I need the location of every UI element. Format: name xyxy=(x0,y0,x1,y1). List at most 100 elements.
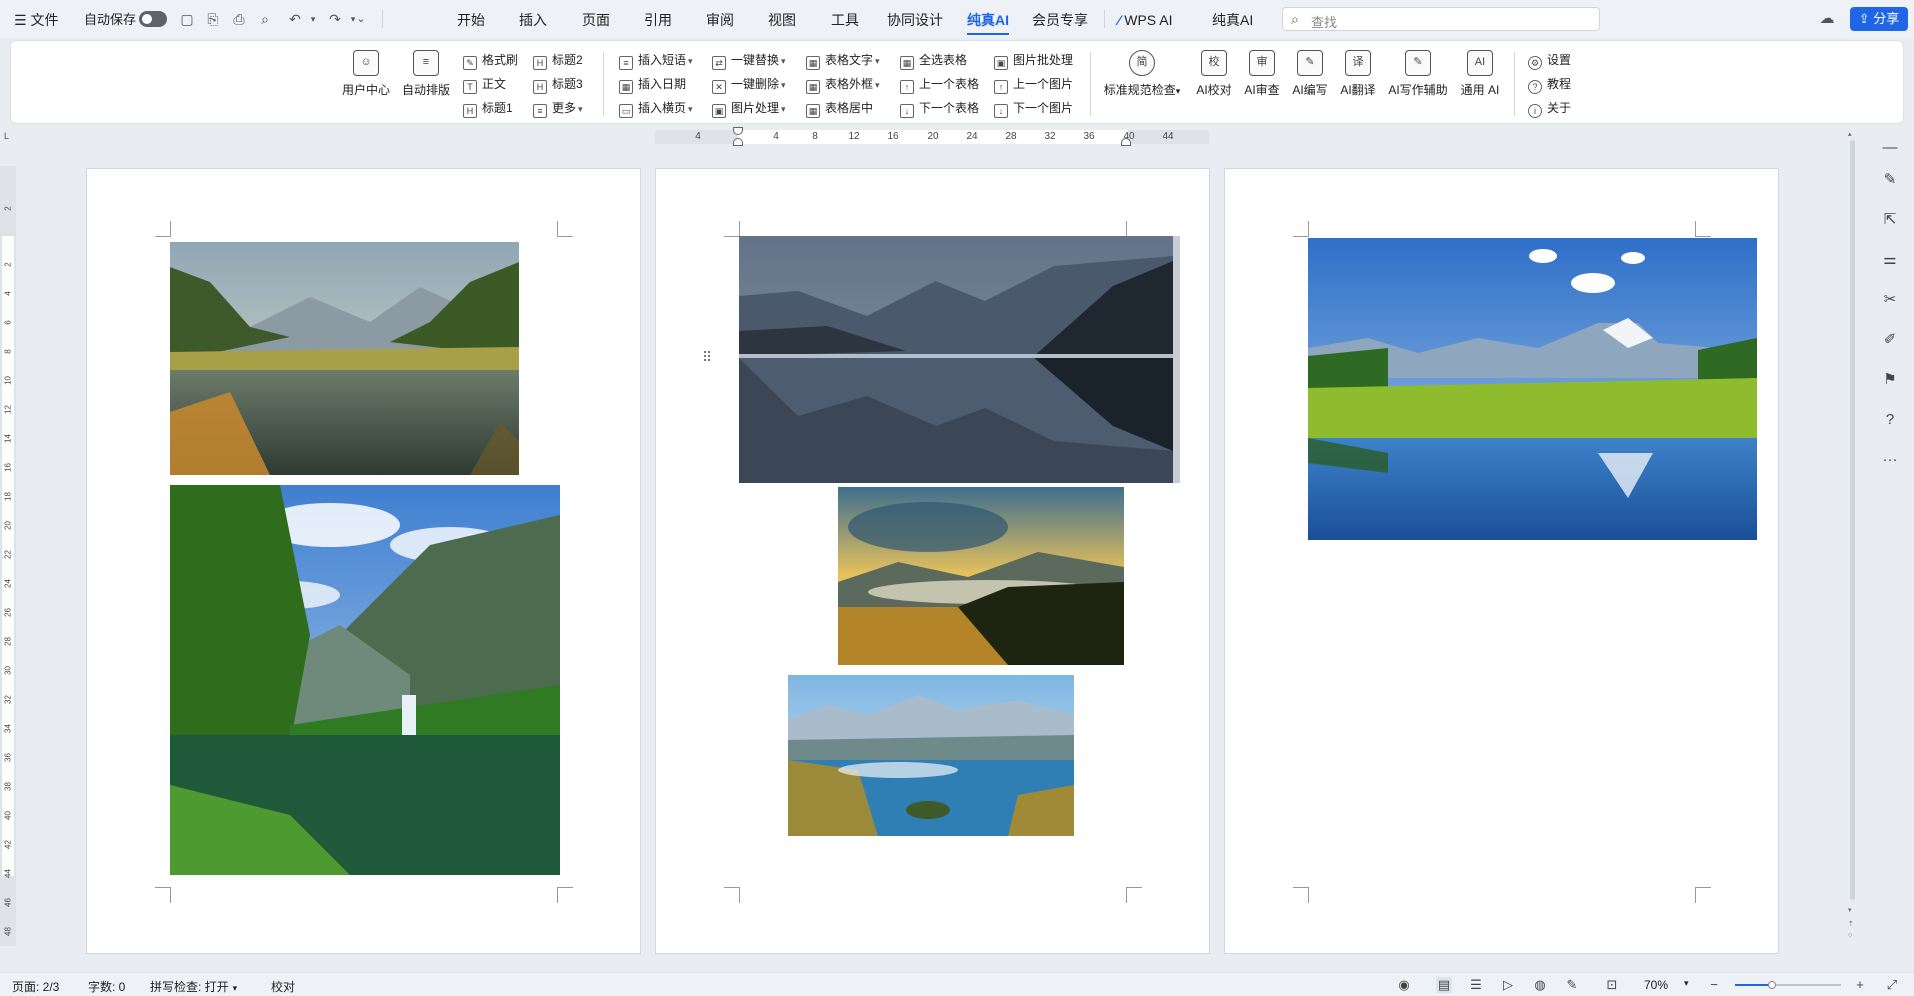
tab-tools[interactable]: 工具 xyxy=(831,11,859,29)
user-center-button[interactable]: ☺ 用户中心 xyxy=(334,50,398,98)
scroll-up-icon[interactable]: ▴ xyxy=(1848,130,1852,138)
vertical-scrollbar[interactable]: ▴ ▾ ⇡ ○ xyxy=(1848,130,1856,940)
about-button[interactable]: i 关于 xyxy=(1528,99,1571,118)
wps-ai-button[interactable]: ⁄ WPS AI xyxy=(1118,11,1172,29)
search-box[interactable]: ⌕ 查找 xyxy=(1282,7,1600,31)
image-batch-button[interactable]: ▣ 图片批处理 xyxy=(994,51,1073,70)
zoom-dropdown-icon[interactable]: ▾ xyxy=(1684,978,1689,989)
autosave-toggle[interactable] xyxy=(139,11,167,27)
tab-insert[interactable]: 插入 xyxy=(519,11,547,29)
sunset-hills-image[interactable] xyxy=(838,487,1124,665)
adjust-icon[interactable]: ⚌ xyxy=(1880,250,1900,270)
zoom-slider[interactable] xyxy=(1735,981,1841,989)
edit-image-icon[interactable]: ✐ xyxy=(1880,330,1900,350)
right-indent-marker[interactable] xyxy=(1121,138,1131,146)
export-icon[interactable]: ⎘ xyxy=(204,10,222,28)
document-page-3[interactable] xyxy=(1224,168,1779,954)
browse-object-icon[interactable]: ○ xyxy=(1848,932,1852,939)
tools-icon[interactable]: ✂ xyxy=(1880,290,1900,310)
print-icon[interactable]: ⎙ xyxy=(230,10,248,28)
ai-translate-button[interactable]: 译 AI翻译 xyxy=(1326,50,1390,98)
pen-icon[interactable]: ✎ xyxy=(1880,170,1900,190)
table-border-button[interactable]: ▦ 表格外框 ▾ xyxy=(806,75,880,94)
shirt-icon[interactable]: ⚑ xyxy=(1880,370,1900,390)
lake-forest-image[interactable] xyxy=(170,242,519,475)
one-click-replace-button[interactable]: ⇄ 一键替换 ▾ xyxy=(712,51,786,70)
outline-view-icon[interactable]: ☰ xyxy=(1468,977,1484,993)
prev-table-button[interactable]: ↑ 上一个表格 xyxy=(900,75,979,94)
insert-date-button[interactable]: ▦ 插入日期 xyxy=(619,75,686,94)
share-button[interactable]: ⇪ 分享 xyxy=(1850,7,1908,31)
general-ai-button[interactable]: AI 通用 AI xyxy=(1448,50,1512,98)
tab-pure-ai[interactable]: 纯真AI xyxy=(967,11,1009,35)
body-text-button[interactable]: T 正文 xyxy=(463,75,506,94)
tab-page[interactable]: 页面 xyxy=(582,11,610,29)
page-view-icon[interactable]: ▤ xyxy=(1436,977,1452,993)
image-processing-button[interactable]: ▣ 图片处理 ▾ xyxy=(712,99,786,118)
more-icon[interactable]: ··· xyxy=(1880,450,1900,470)
alpine-lake-island-image[interactable] xyxy=(788,675,1074,836)
proofread-button[interactable]: 校对 xyxy=(271,978,295,995)
auto-layout-button[interactable]: ≡ 自动排版 xyxy=(394,50,458,98)
tab-review[interactable]: 审阅 xyxy=(706,11,734,29)
tutorial-button[interactable]: ? 教程 xyxy=(1528,75,1571,94)
file-menu[interactable]: ☰ 文件 xyxy=(14,12,58,28)
table-center-button[interactable]: ▦ 表格居中 xyxy=(806,99,873,118)
vertical-ruler[interactable]: 2 2 4 6 8 10 12 14 16 18 20 22 24 26 28 … xyxy=(0,166,16,946)
print-preview-icon[interactable]: ⌕ xyxy=(256,10,274,28)
zoom-slider-knob[interactable] xyxy=(1768,981,1777,989)
one-click-delete-button[interactable]: ✕ 一键删除 ▾ xyxy=(712,75,786,94)
fullscreen-icon[interactable]: ⤢ xyxy=(1884,977,1900,993)
heading3-button[interactable]: H 标题3 xyxy=(533,75,583,94)
heading2-button[interactable]: H 标题2 xyxy=(533,51,583,70)
tab-references[interactable]: 引用 xyxy=(644,11,672,29)
more-styles-button[interactable]: ≡ 更多 ▾ xyxy=(533,99,583,118)
help-icon[interactable]: ? xyxy=(1880,410,1900,430)
write-icon[interactable]: ✎ xyxy=(1564,977,1580,993)
table-text-button[interactable]: ▦ 表格文字 ▾ xyxy=(806,51,880,70)
scroll-down-icon[interactable]: ▾ xyxy=(1848,906,1852,914)
tab-stop-icon[interactable]: L xyxy=(4,131,14,141)
prev-page-icon[interactable]: ⇡ xyxy=(1848,920,1854,928)
format-painter-button[interactable]: ✎ 格式刷 xyxy=(463,51,518,70)
tab-start[interactable]: 开始 xyxy=(457,11,485,29)
ai-writing-assist-button[interactable]: ✎ AI写作辅助 xyxy=(1382,50,1454,98)
page-indicator[interactable]: 页面: 2/3 xyxy=(12,978,59,995)
word-count[interactable]: 字数: 0 xyxy=(88,978,125,995)
undo-icon[interactable]: ↶ xyxy=(286,10,304,28)
next-image-button[interactable]: ↓ 下一个图片 xyxy=(994,99,1073,118)
alpine-meadow-reflection-image[interactable] xyxy=(1308,238,1757,540)
document-page-1[interactable] xyxy=(86,168,641,954)
next-table-button[interactable]: ↓ 下一个表格 xyxy=(900,99,979,118)
insert-landscape-page-button[interactable]: ▭ 插入横页 ▾ xyxy=(619,99,693,118)
zoom-level[interactable]: 70% xyxy=(1644,978,1668,992)
waterfall-valley-image[interactable] xyxy=(170,485,560,875)
web-view-icon[interactable]: ◍ xyxy=(1532,977,1548,993)
horizontal-ruler[interactable]: 4 4 8 12 16 20 24 28 32 36 40 44 xyxy=(655,127,1209,146)
prev-image-button[interactable]: ↑ 上一个图片 xyxy=(994,75,1073,94)
hanging-indent-marker[interactable] xyxy=(733,138,743,146)
drag-handle-icon[interactable]: ⠿ xyxy=(702,349,712,366)
undo-dropdown-icon[interactable]: ▾ xyxy=(304,10,322,28)
save-icon[interactable]: ▢ xyxy=(178,10,196,28)
settings-button[interactable]: ⚙ 设置 xyxy=(1528,51,1571,70)
standard-check-button[interactable]: 简 标准规范检查▾ xyxy=(1100,50,1184,98)
scrollbar-thumb[interactable] xyxy=(1850,140,1855,900)
play-icon[interactable]: ▷ xyxy=(1500,977,1516,993)
zoom-out-icon[interactable]: − xyxy=(1706,977,1722,993)
customize-toolbar-icon[interactable]: ⌄ xyxy=(352,10,370,28)
spell-check-toggle[interactable]: 拼写检查: 打开 ▾ xyxy=(150,978,237,995)
select-pointer-icon[interactable]: ⇱ xyxy=(1880,210,1900,230)
insert-phrase-button[interactable]: ≡ 插入短语 ▾ xyxy=(619,51,693,70)
heading1-button[interactable]: H 标题1 xyxy=(463,99,513,118)
zoom-in-icon[interactable]: + xyxy=(1852,977,1868,993)
pure-ai-button[interactable]: 纯真AI xyxy=(1212,11,1253,29)
tab-collab-design[interactable]: 协同设计 xyxy=(887,11,943,29)
select-all-tables-button[interactable]: ▦ 全选表格 xyxy=(900,51,967,70)
fit-page-icon[interactable]: ⊡ xyxy=(1604,977,1620,993)
mountain-reflection-image[interactable] xyxy=(739,236,1180,483)
document-page-2[interactable]: ⠿ xyxy=(655,168,1210,954)
cloud-sync-icon[interactable]: ☁ xyxy=(1818,10,1836,28)
redo-icon[interactable]: ↷ xyxy=(326,10,344,28)
eye-protection-icon[interactable]: ◉ xyxy=(1396,977,1412,993)
